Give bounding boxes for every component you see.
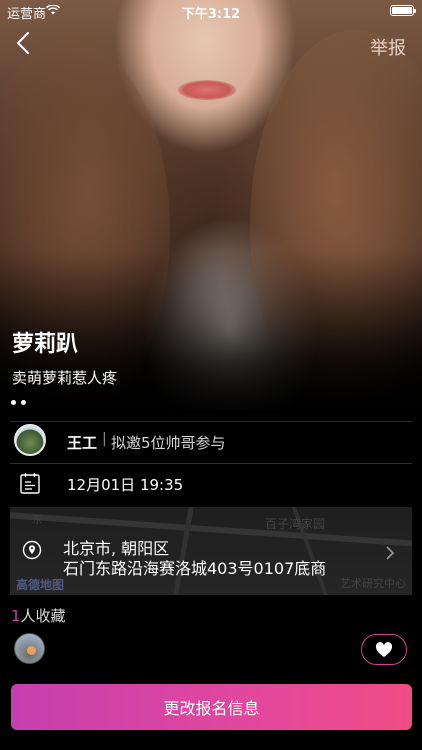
clock: 下午3:12 xyxy=(181,7,241,22)
hero-photo-lips xyxy=(178,80,236,100)
favorite-user-avatar[interactable] xyxy=(14,633,45,664)
host-invite-text: 拟邀5位帅哥参与 xyxy=(111,434,226,452)
chevron-right-icon xyxy=(386,546,395,560)
status-bar: 运营商 下午3:12 xyxy=(0,0,422,22)
calendar-icon xyxy=(20,473,40,494)
host-name: 王工 xyxy=(67,434,98,452)
divider xyxy=(10,463,412,464)
host-avatar[interactable] xyxy=(14,424,46,456)
favorites-count: 1人收藏 xyxy=(11,605,66,626)
location-address: 石门东路沿海赛洛城403号0107底商 xyxy=(63,559,327,578)
heart-icon xyxy=(375,641,393,657)
host-separator: | xyxy=(102,431,107,447)
battery-icon xyxy=(390,5,416,16)
favorites-label: 人收藏 xyxy=(20,607,66,625)
event-subtitle: 卖萌萝莉惹人疼 xyxy=(12,369,118,387)
back-button[interactable] xyxy=(10,28,38,58)
event-title: 萝莉趴 xyxy=(12,332,79,357)
update-registration-button[interactable]: 更改报名信息 xyxy=(11,684,412,730)
location-pin-icon xyxy=(22,540,42,560)
page-dot xyxy=(11,400,16,405)
favorites-number: 1 xyxy=(11,607,21,625)
page-indicator xyxy=(11,400,26,405)
chevron-left-icon xyxy=(17,32,29,54)
event-datetime: 12月01日 19:35 xyxy=(67,476,184,494)
like-button[interactable] xyxy=(361,634,407,665)
divider xyxy=(10,421,412,422)
report-button[interactable]: 举报 xyxy=(370,34,406,60)
page-dot xyxy=(21,400,26,405)
